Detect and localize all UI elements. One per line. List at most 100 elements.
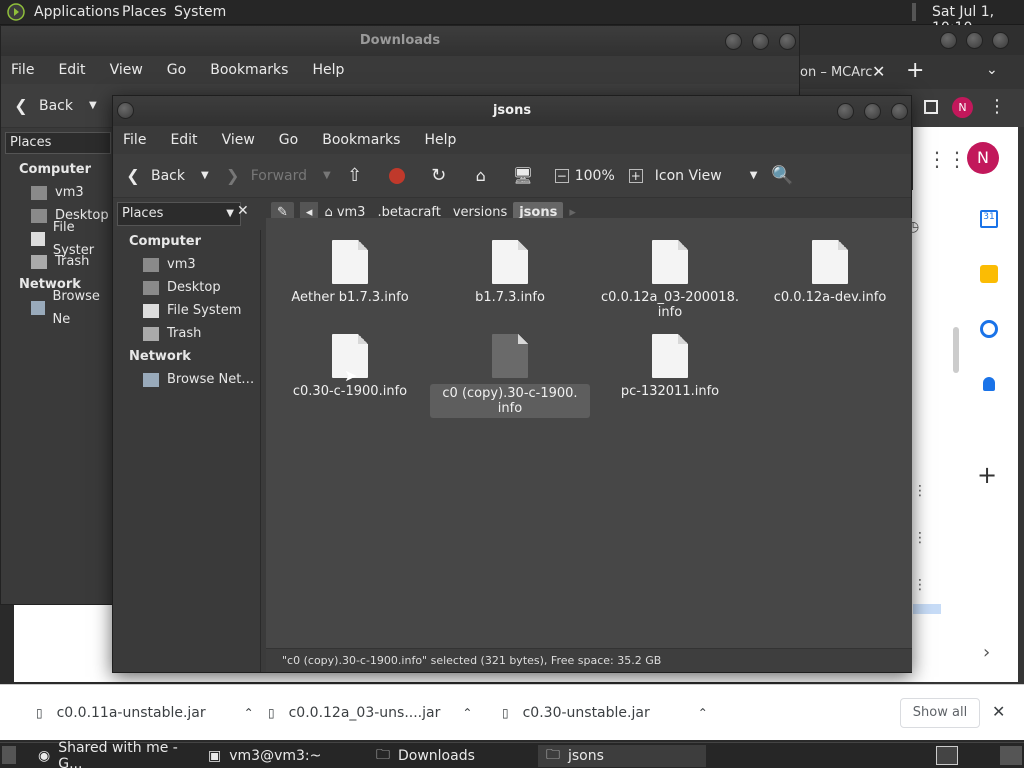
minimize-button[interactable] [837, 103, 854, 120]
chevron-up-icon[interactable]: ⌃ [244, 706, 254, 720]
file-icon: ▯ [502, 706, 509, 720]
tab-close-icon[interactable]: ✕ [872, 62, 885, 81]
show-desktop-icon[interactable] [2, 746, 16, 764]
sidebar-item-filesystem[interactable]: File Syster [1, 220, 111, 258]
taskbar-item[interactable]: ▣ vm3@vm3:~ [200, 745, 372, 767]
sidepanel-icon[interactable] [924, 100, 938, 114]
forward-dropdown-icon[interactable]: ▼ [323, 170, 331, 181]
sidebar-item-trash[interactable]: Trash [113, 322, 260, 345]
applications-menu[interactable]: Applications [34, 4, 120, 20]
minimize-button[interactable] [940, 32, 957, 49]
chrome-menu-icon[interactable]: ⋮ [988, 96, 1006, 117]
maximize-button[interactable] [864, 103, 881, 120]
view-dropdown-icon[interactable]: ▼ [750, 170, 758, 181]
more-icon: ⋮ [913, 577, 927, 593]
close-download-bar-icon[interactable]: ✕ [992, 702, 1005, 721]
apps-grid-icon[interactable]: ⋮⋮ [927, 147, 967, 171]
menu-bookmarks[interactable]: Bookmarks [322, 132, 400, 148]
chevron-up-icon[interactable]: ⌃ [462, 706, 472, 720]
download-item[interactable]: ▯ c0.30-unstable.jar ⌃ [502, 685, 708, 741]
reload-button[interactable]: ↻ [429, 165, 457, 186]
close-button[interactable] [992, 32, 1009, 49]
zoom-out-button[interactable]: −100% [554, 168, 615, 184]
scrollbar-thumb[interactable] [953, 327, 959, 373]
zoom-in-button[interactable]: + Icon View ▼ [628, 168, 758, 184]
sidebar-item-browse-network[interactable]: Browse Ne [1, 289, 111, 327]
close-button[interactable] [779, 33, 796, 50]
back-button[interactable]: ❮ Back ▼ [123, 166, 209, 186]
taskbar-item-active[interactable]: 🗀 jsons [538, 745, 706, 767]
minimize-button[interactable] [725, 33, 742, 50]
places-menu[interactable]: Places [122, 4, 167, 20]
places-selector[interactable]: Places ▼ [117, 202, 241, 226]
keep-icon[interactable] [980, 265, 998, 283]
menu-file[interactable]: File [123, 132, 146, 148]
home-button[interactable]: ⌂ [471, 166, 499, 186]
workspace-switcher[interactable] [936, 746, 958, 765]
add-icon[interactable]: + [977, 461, 997, 489]
download-item[interactable]: ▯ c0.0.12a_03-uns....jar ⌃ [268, 685, 472, 741]
trash-applet-icon[interactable] [1000, 746, 1022, 765]
file-item[interactable]: c0.0.12a_03-200018. info [590, 240, 750, 320]
search-button[interactable]: 🔍 [771, 165, 799, 186]
file-item[interactable]: Aether b1.7.3.info [270, 240, 430, 305]
taskbar-item[interactable]: ◉ Shared with me - G... [30, 740, 202, 768]
menu-help[interactable]: Help [424, 132, 456, 148]
system-menu[interactable]: System [174, 4, 226, 20]
profile-avatar[interactable]: N [952, 97, 973, 118]
view-mode-select[interactable]: Icon View [655, 168, 722, 184]
expand-chevron-icon[interactable]: › [983, 642, 990, 663]
sidebar-item-vm3[interactable]: vm3 [113, 253, 260, 276]
contacts-icon[interactable] [983, 377, 995, 391]
show-all-button[interactable]: Show all [900, 698, 980, 728]
back-sidebar: Computer vm3 Desktop File Syster Trash N… [1, 158, 111, 327]
window-menu-button[interactable] [117, 102, 134, 119]
window-titlebar[interactable]: Downloads [1, 26, 799, 56]
sidebar-item-vm3[interactable]: vm3 [1, 181, 111, 204]
calendar-icon[interactable]: 31 [980, 210, 998, 228]
drive-icon [31, 231, 45, 246]
dropdown-arrow-icon[interactable]: ▼ [89, 100, 97, 111]
menu-go[interactable]: Go [167, 62, 186, 78]
file-item[interactable]: b1.7.3.info [430, 240, 590, 305]
file-item[interactable]: pc-132011.info [590, 334, 750, 399]
menu-go[interactable]: Go [279, 132, 298, 148]
new-tab-button[interactable]: + [906, 58, 924, 83]
file-icon-view[interactable]: Aether b1.7.3.info b1.7.3.info c0.0.12a_… [266, 218, 912, 648]
sidebar-item-desktop[interactable]: Desktop [113, 276, 260, 299]
terminal-icon: ▣ [208, 748, 222, 764]
chrome-icon: ◉ [38, 748, 51, 764]
tasks-icon[interactable] [980, 320, 998, 338]
places-selector[interactable]: Places [5, 132, 111, 154]
up-button[interactable]: ⇧ [345, 165, 373, 186]
menu-bookmarks[interactable]: Bookmarks [210, 62, 288, 78]
tab-search-chevron-icon[interactable]: ⌄ [986, 62, 998, 78]
maximize-button[interactable] [752, 33, 769, 50]
download-item[interactable]: ▯ c0.0.11a-unstable.jar ⌃ [36, 685, 254, 741]
file-item-selected[interactable]: c0 (copy).30-c-1900. info [430, 334, 590, 418]
computer-button[interactable]: 🖥 [513, 166, 541, 186]
close-sidebar-icon[interactable]: ✕ [237, 203, 249, 219]
close-button[interactable] [891, 103, 908, 120]
sidebar-item-browse-network[interactable]: Browse Net… [113, 368, 260, 391]
stop-button[interactable] [387, 166, 415, 186]
window-titlebar[interactable]: jsons [113, 96, 911, 126]
top-panel: Applications Places System Sat Jul 1, 10… [0, 0, 1024, 36]
distro-logo-icon[interactable] [6, 3, 26, 25]
menu-edit[interactable]: Edit [170, 132, 197, 148]
back-dropdown-icon[interactable]: ▼ [201, 170, 209, 181]
chevron-up-icon[interactable]: ⌃ [698, 706, 708, 720]
taskbar-item[interactable]: 🗀 Downloads [368, 745, 540, 767]
menu-view[interactable]: View [110, 62, 143, 78]
menu-edit[interactable]: Edit [58, 62, 85, 78]
maximize-button[interactable] [966, 32, 983, 49]
chrome-tab-title[interactable]: on – MCArc [800, 65, 872, 80]
menu-help[interactable]: Help [312, 62, 344, 78]
account-avatar[interactable]: N [967, 142, 999, 174]
forward-button[interactable]: ❯ Forward ▼ [223, 166, 331, 186]
menu-view[interactable]: View [222, 132, 255, 148]
sidebar-item-filesystem[interactable]: File System [113, 299, 260, 322]
file-item[interactable]: c0.0.12a-dev.info [750, 240, 910, 305]
back-button[interactable]: ❮ Back ▼ [11, 96, 97, 116]
menu-file[interactable]: File [11, 62, 34, 78]
